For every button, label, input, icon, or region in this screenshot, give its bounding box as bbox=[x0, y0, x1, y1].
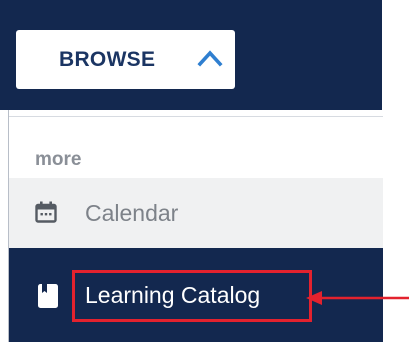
calendar-icon bbox=[35, 201, 57, 223]
browse-button[interactable]: BROWSE bbox=[16, 30, 235, 89]
book-icon bbox=[38, 284, 58, 308]
menu-item-label: Learning Catalog bbox=[85, 282, 261, 308]
divider bbox=[9, 116, 383, 117]
menu-item-label: Calendar bbox=[85, 200, 179, 226]
menu-item-calendar[interactable]: Calendar bbox=[9, 178, 383, 248]
browse-menu-panel: more Calendar Learning Catalog bbox=[8, 110, 383, 342]
chevron-up-icon bbox=[197, 50, 223, 67]
annotation-arrow-icon bbox=[306, 291, 409, 305]
top-navigation-bar: BROWSE bbox=[0, 0, 382, 110]
screenshot: BROWSE more Calendar Learning Catalog bbox=[0, 0, 409, 342]
browse-button-label: BROWSE bbox=[59, 47, 156, 71]
section-heading-more: more bbox=[35, 149, 82, 170]
